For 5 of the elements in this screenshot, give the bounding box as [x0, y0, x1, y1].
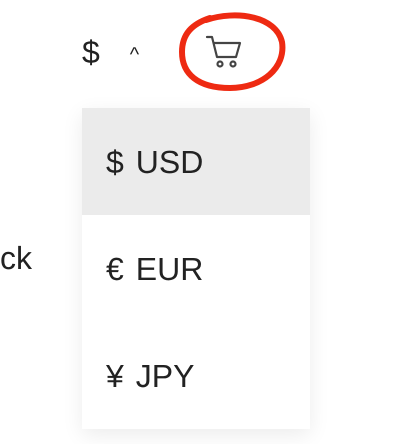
- currency-option[interactable]: ¥ JPY: [82, 322, 310, 429]
- currency-option[interactable]: € EUR: [82, 215, 310, 322]
- currency-toggle[interactable]: $ ^: [82, 36, 140, 68]
- partial-text: ck: [0, 242, 33, 274]
- currency-option[interactable]: $ USD: [82, 108, 310, 215]
